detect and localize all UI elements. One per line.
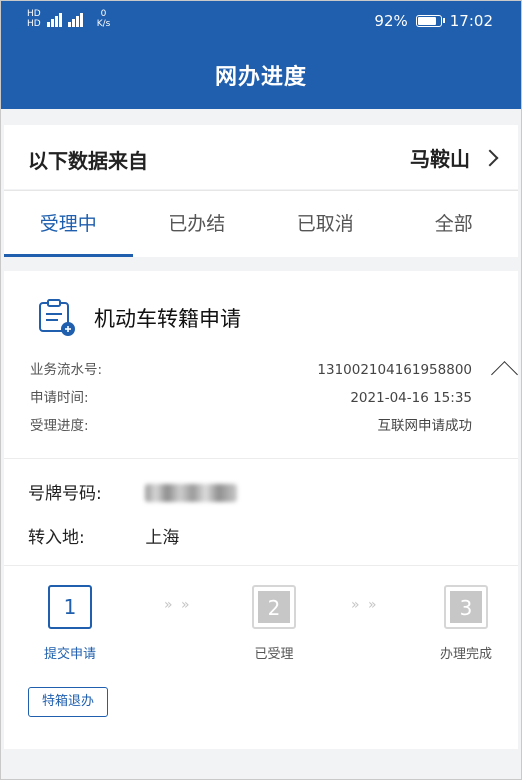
- data-source-row[interactable]: 以下数据来自 马鞍山: [4, 125, 518, 189]
- application-info: 业务流水号: 131002104161958800 申请时间: 2021-04-…: [30, 361, 500, 445]
- info-label: 业务流水号:: [30, 362, 103, 378]
- collapse-chevron-icon[interactable]: [492, 355, 512, 375]
- sim-indicators: HD HD: [27, 9, 41, 29]
- info-value: 互联网申请成功: [377, 418, 473, 434]
- application-title: 机动车转籍申请: [94, 307, 241, 331]
- battery-percent: 92%: [374, 12, 408, 30]
- net-speed-value: 0: [100, 9, 107, 19]
- plate-row: 号牌号码:: [28, 479, 238, 504]
- net-speed: 0 K/s: [97, 9, 111, 29]
- clock: 17:02: [449, 12, 493, 30]
- sim2-label: HD: [27, 19, 41, 29]
- step-number: 3: [450, 591, 482, 623]
- destination-value: 上海: [145, 528, 180, 548]
- net-speed-unit: K/s: [96, 19, 111, 29]
- tab-processing[interactable]: 受理中: [4, 191, 133, 257]
- status-right: 92% 17:02: [374, 12, 493, 30]
- step-2-box: 2: [252, 585, 296, 629]
- document-icon: [38, 299, 76, 337]
- destination-label: 转入地:: [28, 528, 85, 548]
- info-row-progress: 受理进度: 互联网申请成功: [30, 417, 500, 445]
- divider: [4, 565, 518, 566]
- tab-all[interactable]: 全部: [390, 191, 519, 257]
- signal-icon: [46, 11, 62, 27]
- step-1-label: 提交申请: [43, 647, 96, 662]
- signal-icon: [67, 11, 83, 27]
- status-tabs: 受理中 已办结 已取消 全部: [4, 190, 518, 257]
- data-source-label: 以下数据来自: [28, 149, 148, 173]
- title-bar: 网办进度: [1, 41, 521, 109]
- info-label: 申请时间:: [30, 390, 89, 406]
- info-row-time: 申请时间: 2021-04-16 15:35: [30, 389, 500, 417]
- divider: [4, 458, 518, 459]
- plate-label: 号牌号码:: [28, 484, 102, 504]
- page-title: 网办进度: [214, 65, 307, 90]
- step-number: 2: [258, 591, 290, 623]
- step-3-label: 办理完成: [439, 647, 492, 662]
- status-left: HD HD 0 K/s: [27, 9, 110, 29]
- step-arrow: » »: [351, 597, 379, 613]
- destination-row: 转入地: 上海: [28, 523, 179, 548]
- step-arrow: » »: [164, 597, 192, 613]
- application-card: 机动车转籍申请 业务流水号: 131002104161958800 申请时间: …: [4, 271, 518, 749]
- step-2-label: 已受理: [254, 647, 294, 662]
- info-value: 2021-04-16 15:35: [350, 390, 472, 406]
- battery-fill: [417, 17, 436, 25]
- plate-number-redacted: [145, 483, 238, 502]
- step-1-box: 1: [48, 585, 92, 629]
- sim1-label: HD: [27, 9, 41, 19]
- city-name: 马鞍山: [410, 147, 470, 171]
- tab-completed[interactable]: 已办结: [133, 191, 262, 257]
- step-3-box: 3: [444, 585, 488, 629]
- info-row-serial: 业务流水号: 131002104161958800: [30, 361, 500, 389]
- app-frame: HD HD 0 K/s 92% 17:02 网办进度 以下数据来自 马鞍山 受理…: [0, 0, 522, 780]
- status-bar: HD HD 0 K/s 92% 17:02: [1, 1, 521, 41]
- info-value: 131002104161958800: [317, 362, 472, 378]
- urge-button[interactable]: 特箱退办: [28, 687, 108, 717]
- tab-cancelled[interactable]: 已取消: [261, 191, 390, 257]
- city-selector[interactable]: 马鞍山: [410, 143, 499, 172]
- info-label: 受理进度:: [30, 418, 89, 434]
- chevron-right-icon: [481, 149, 499, 166]
- battery-icon: [415, 15, 445, 27]
- application-header: 机动车转籍申请: [38, 299, 241, 337]
- step-number: 1: [63, 595, 77, 619]
